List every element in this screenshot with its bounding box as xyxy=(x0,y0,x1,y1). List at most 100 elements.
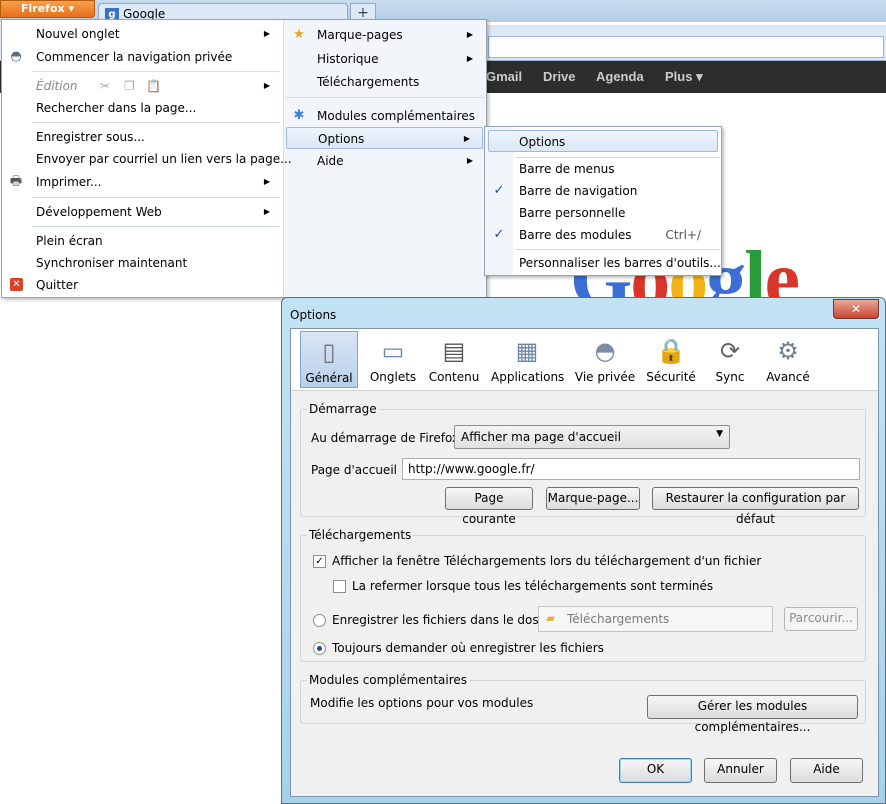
folder-icon: ▰ xyxy=(546,611,556,625)
copy-icon[interactable]: ❐ xyxy=(124,75,135,97)
pane-label: Avancé xyxy=(766,370,810,384)
menu-label: Nouvel onglet xyxy=(36,27,120,41)
pane-applications[interactable]: ▦ Applications xyxy=(491,331,565,388)
on-start-select[interactable]: Afficher ma page d'accueil ▼ xyxy=(454,425,730,449)
button-label: OK xyxy=(646,762,665,776)
menu-item-addons[interactable]: ✱ Modules complémentaires xyxy=(285,105,485,127)
menu-item-web-developer[interactable]: Développement Web ▶ xyxy=(2,201,282,223)
always-ask-label: Toujours demander où enregistrer les fic… xyxy=(332,641,604,655)
menu-label: Options xyxy=(519,135,566,149)
menu-label: Quitter xyxy=(36,278,79,292)
submenu-item-personal-bar[interactable]: Barre personnelle xyxy=(485,202,721,224)
close-button[interactable]: ✕ xyxy=(833,299,879,319)
addons-description: Modifie les options pour vos modules xyxy=(310,696,534,710)
menu-label: Barre des modules xyxy=(519,228,632,242)
button-label: Annuler xyxy=(717,762,764,776)
menu-label: Barre personnelle xyxy=(519,206,626,220)
cancel-button[interactable]: Annuler xyxy=(704,758,777,783)
google-link-agenda[interactable]: Agenda xyxy=(596,69,644,84)
button-label: Aide xyxy=(813,762,840,776)
paste-icon[interactable]: 📋 xyxy=(146,75,161,97)
submenu-item-menu-bar[interactable]: Barre de menus xyxy=(485,158,721,180)
chevron-right-icon: ▶ xyxy=(263,29,270,38)
menu-label: Options xyxy=(318,132,365,146)
pane-privacy[interactable]: ◓ Vie privée xyxy=(573,331,637,388)
submenu-item-options[interactable]: Options xyxy=(488,130,718,152)
google-link-drive[interactable]: Drive xyxy=(543,69,576,84)
show-downloads-checkbox[interactable]: ✓ xyxy=(313,555,326,568)
restore-default-button[interactable]: Restaurer la configuration par défaut xyxy=(652,487,859,526)
button-label: Gérer les modules complémentaires... xyxy=(694,699,811,734)
homepage-value: http://www.google.fr/ xyxy=(408,462,535,476)
menu-item-downloads[interactable]: Téléchargements xyxy=(285,71,485,93)
use-bookmark-button[interactable]: Marque-page... xyxy=(546,487,640,510)
save-to-folder-radio[interactable] xyxy=(313,614,326,627)
chevron-down-icon: ▼ xyxy=(716,429,723,439)
menu-label: Personnaliser les barres d'outils... xyxy=(519,256,721,270)
menu-item-edit[interactable]: Édition ✂ ❐ 📋 ▶ xyxy=(2,75,282,97)
menu-item-help[interactable]: Aide ▶ xyxy=(285,150,485,172)
applications-icon: ▦ xyxy=(515,337,539,365)
menu-item-new-tab[interactable]: Nouvel onglet ▶ xyxy=(2,23,282,45)
download-folder-field[interactable]: ▰ Téléchargements xyxy=(538,606,773,632)
manage-addons-button[interactable]: Gérer les modules complémentaires... xyxy=(647,695,858,734)
menu-label: Rechercher dans la page... xyxy=(36,101,197,115)
close-when-done-checkbox[interactable] xyxy=(333,580,346,593)
pane-content[interactable]: ▤ Contenu xyxy=(426,331,482,388)
ok-button[interactable]: OK xyxy=(619,758,692,783)
use-current-page-button[interactable]: Page courante xyxy=(445,487,533,526)
menu-item-print[interactable]: 🖶 Imprimer... ▶ xyxy=(2,171,282,193)
pane-label: Sync xyxy=(715,370,745,384)
menu-item-find[interactable]: Rechercher dans la page... xyxy=(2,97,282,119)
menu-separator xyxy=(32,122,280,123)
menu-separator xyxy=(285,97,485,98)
menu-item-save-as[interactable]: Enregistrer sous... xyxy=(2,126,282,148)
startup-group-title: Démarrage xyxy=(307,402,379,416)
close-icon: ✕ xyxy=(850,302,862,316)
pane-sync[interactable]: ⟳ Sync xyxy=(705,331,755,388)
browse-button[interactable]: Parcourir... xyxy=(784,607,858,631)
menu-item-options[interactable]: Options ▶ xyxy=(286,127,483,149)
cut-icon[interactable]: ✂ xyxy=(100,75,110,97)
switch-icon: ▯ xyxy=(322,338,336,366)
menu-item-email-link[interactable]: Envoyer par courriel un lien vers la pag… xyxy=(2,148,292,170)
pane-advanced[interactable]: ⚙ Avancé xyxy=(759,331,817,388)
printer-icon: 🖶 xyxy=(9,174,23,189)
addons-group-title: Modules complémentaires xyxy=(307,673,470,687)
pane-tabs[interactable]: ▭ Onglets xyxy=(363,331,423,388)
checkmark-icon: ✓ xyxy=(493,183,505,198)
menu-label: Envoyer par courriel un lien vers la pag… xyxy=(36,152,292,166)
submenu-item-customize[interactable]: Personnaliser les barres d'outils... xyxy=(485,252,721,274)
gear-icon: ⚙ xyxy=(777,337,799,365)
menu-item-bookmarks[interactable]: ★ Marque-pages ▶ xyxy=(285,24,485,46)
button-label: Page courante xyxy=(462,491,516,526)
google-link-gmail[interactable]: Gmail xyxy=(486,69,522,84)
homepage-input[interactable]: http://www.google.fr/ xyxy=(402,458,860,480)
pane-label: Vie privée xyxy=(574,370,636,384)
pane-security[interactable]: 🔒 Sécurité xyxy=(643,331,699,388)
menu-label: Plein écran xyxy=(36,234,103,248)
menu-item-private-browsing[interactable]: ◓ Commencer la navigation privée xyxy=(2,46,282,68)
chevron-right-icon: ▶ xyxy=(466,30,473,39)
google-link-plus[interactable]: Plus ▾ xyxy=(665,69,703,85)
menu-separator xyxy=(32,197,280,198)
submenu-item-addon-bar[interactable]: ✓ Barre des modules Ctrl+/ xyxy=(485,224,721,246)
menu-item-fullscreen[interactable]: Plein écran xyxy=(2,230,282,252)
pane-general[interactable]: ▯ Général xyxy=(300,331,358,388)
pane-label: Applications xyxy=(491,370,565,384)
pane-label: Sécurité xyxy=(646,370,696,384)
menu-item-quit[interactable]: ✕ Quitter xyxy=(2,274,282,296)
submenu-item-navigation-bar[interactable]: ✓ Barre de navigation xyxy=(485,180,721,202)
menu-label: Développement Web xyxy=(36,205,162,219)
menu-item-sync-now[interactable]: Synchroniser maintenant xyxy=(2,252,282,274)
always-ask-radio[interactable] xyxy=(313,642,326,655)
options-submenu: Options Barre de menus ✓ Barre de navigat… xyxy=(484,126,722,276)
help-button[interactable]: Aide xyxy=(790,758,863,783)
menu-item-history[interactable]: Historique ▶ xyxy=(285,48,485,70)
url-bar[interactable] xyxy=(488,36,884,58)
firefox-menu-button[interactable]: Firefox ▾ xyxy=(0,0,95,18)
chevron-right-icon: ▶ xyxy=(263,177,270,186)
homepage-label: Page d'accueil : xyxy=(311,463,405,477)
dialog-title: Options xyxy=(290,308,337,322)
menu-label: Historique xyxy=(317,52,379,66)
